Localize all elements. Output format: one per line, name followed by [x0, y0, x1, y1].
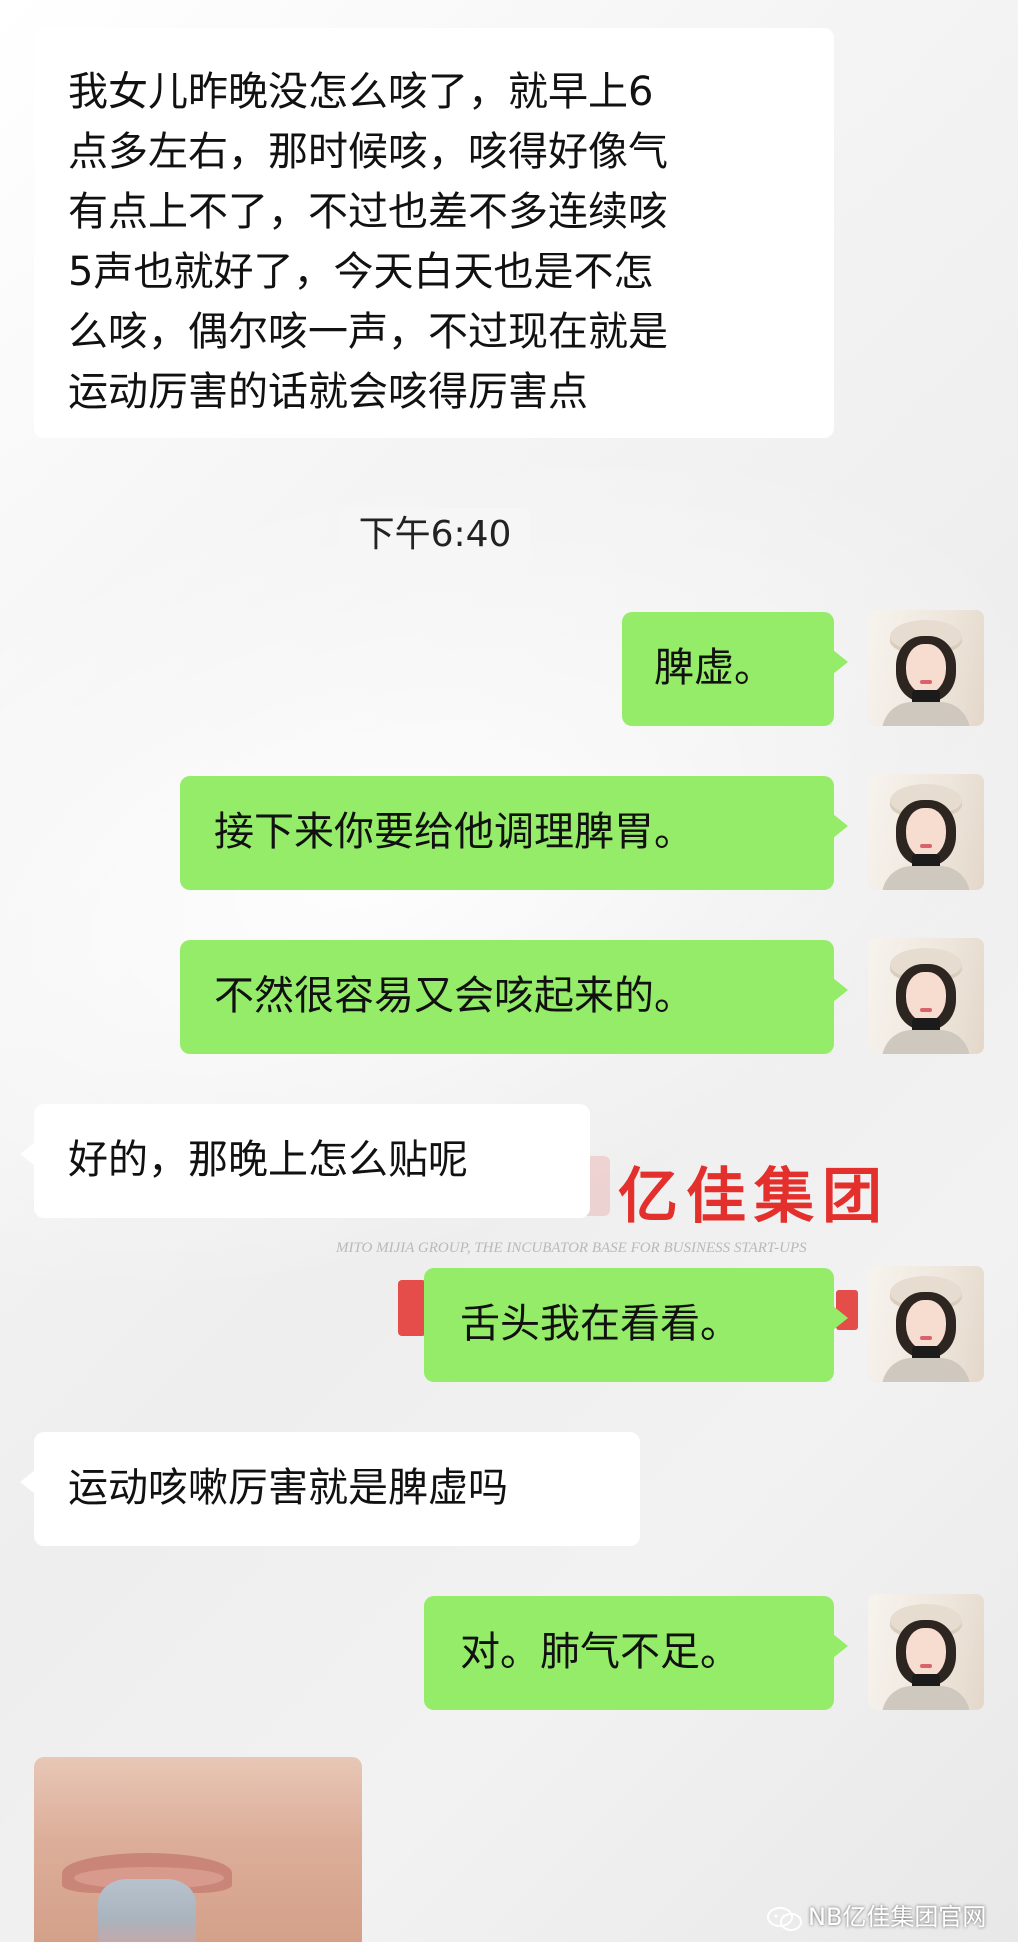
timestamp: 下午6:40	[340, 508, 530, 562]
message-text: 运动咳嗽厉害就是脾虚吗	[68, 1465, 508, 1511]
message-text: 对。肺气不足。	[460, 1629, 740, 1675]
chat-message-outgoing[interactable]: 接下来你要给他调理脾胃。	[180, 776, 848, 890]
avatar[interactable]	[868, 610, 984, 726]
message-text: 好的，那晚上怎么贴呢	[68, 1137, 468, 1183]
logo-fragment	[398, 1280, 426, 1336]
chat-message-incoming[interactable]: 好的，那晚上怎么贴呢	[20, 1104, 590, 1218]
wechat-icon	[767, 1907, 802, 1931]
message-text: 舌头我在看看。	[460, 1301, 740, 1347]
avatar[interactable]	[868, 938, 984, 1054]
message-text: 脾虚。	[654, 645, 774, 691]
avatar[interactable]	[868, 774, 984, 890]
chat-message-outgoing[interactable]: 不然很容易又会咳起来的。	[180, 940, 848, 1054]
logo-subtitle: MITO MIJIA GROUP, THE INCUBATOR BASE FOR…	[336, 1240, 807, 1256]
chat-image-message[interactable]	[34, 1757, 362, 1942]
logo-title: 亿佳集团	[618, 1162, 890, 1232]
chat-message-outgoing[interactable]: 对。肺气不足。	[424, 1596, 848, 1710]
message-text: 不然很容易又会咳起来的。	[214, 973, 694, 1019]
avatar[interactable]	[868, 1266, 984, 1382]
message-text: 我女儿昨晚没怎么咳了，就早上6 点多左右，那时候咳，咳得好像气 有点上不了，不过…	[68, 69, 668, 415]
message-text: 接下来你要给他调理脾胃。	[214, 809, 694, 855]
chat-message-outgoing[interactable]: 脾虚。	[622, 612, 848, 726]
chat-message-outgoing[interactable]: 舌头我在看看。	[424, 1268, 848, 1382]
watermark-label: NB亿佳集团官网	[808, 1903, 987, 1931]
avatar[interactable]	[868, 1594, 984, 1710]
chat-message-incoming[interactable]: 运动咳嗽厉害就是脾虚吗	[20, 1432, 640, 1546]
chat-message-incoming[interactable]: 我女儿昨晚没怎么咳了，就早上6 点多左右，那时候咳，咳得好像气 有点上不了，不过…	[34, 28, 834, 438]
